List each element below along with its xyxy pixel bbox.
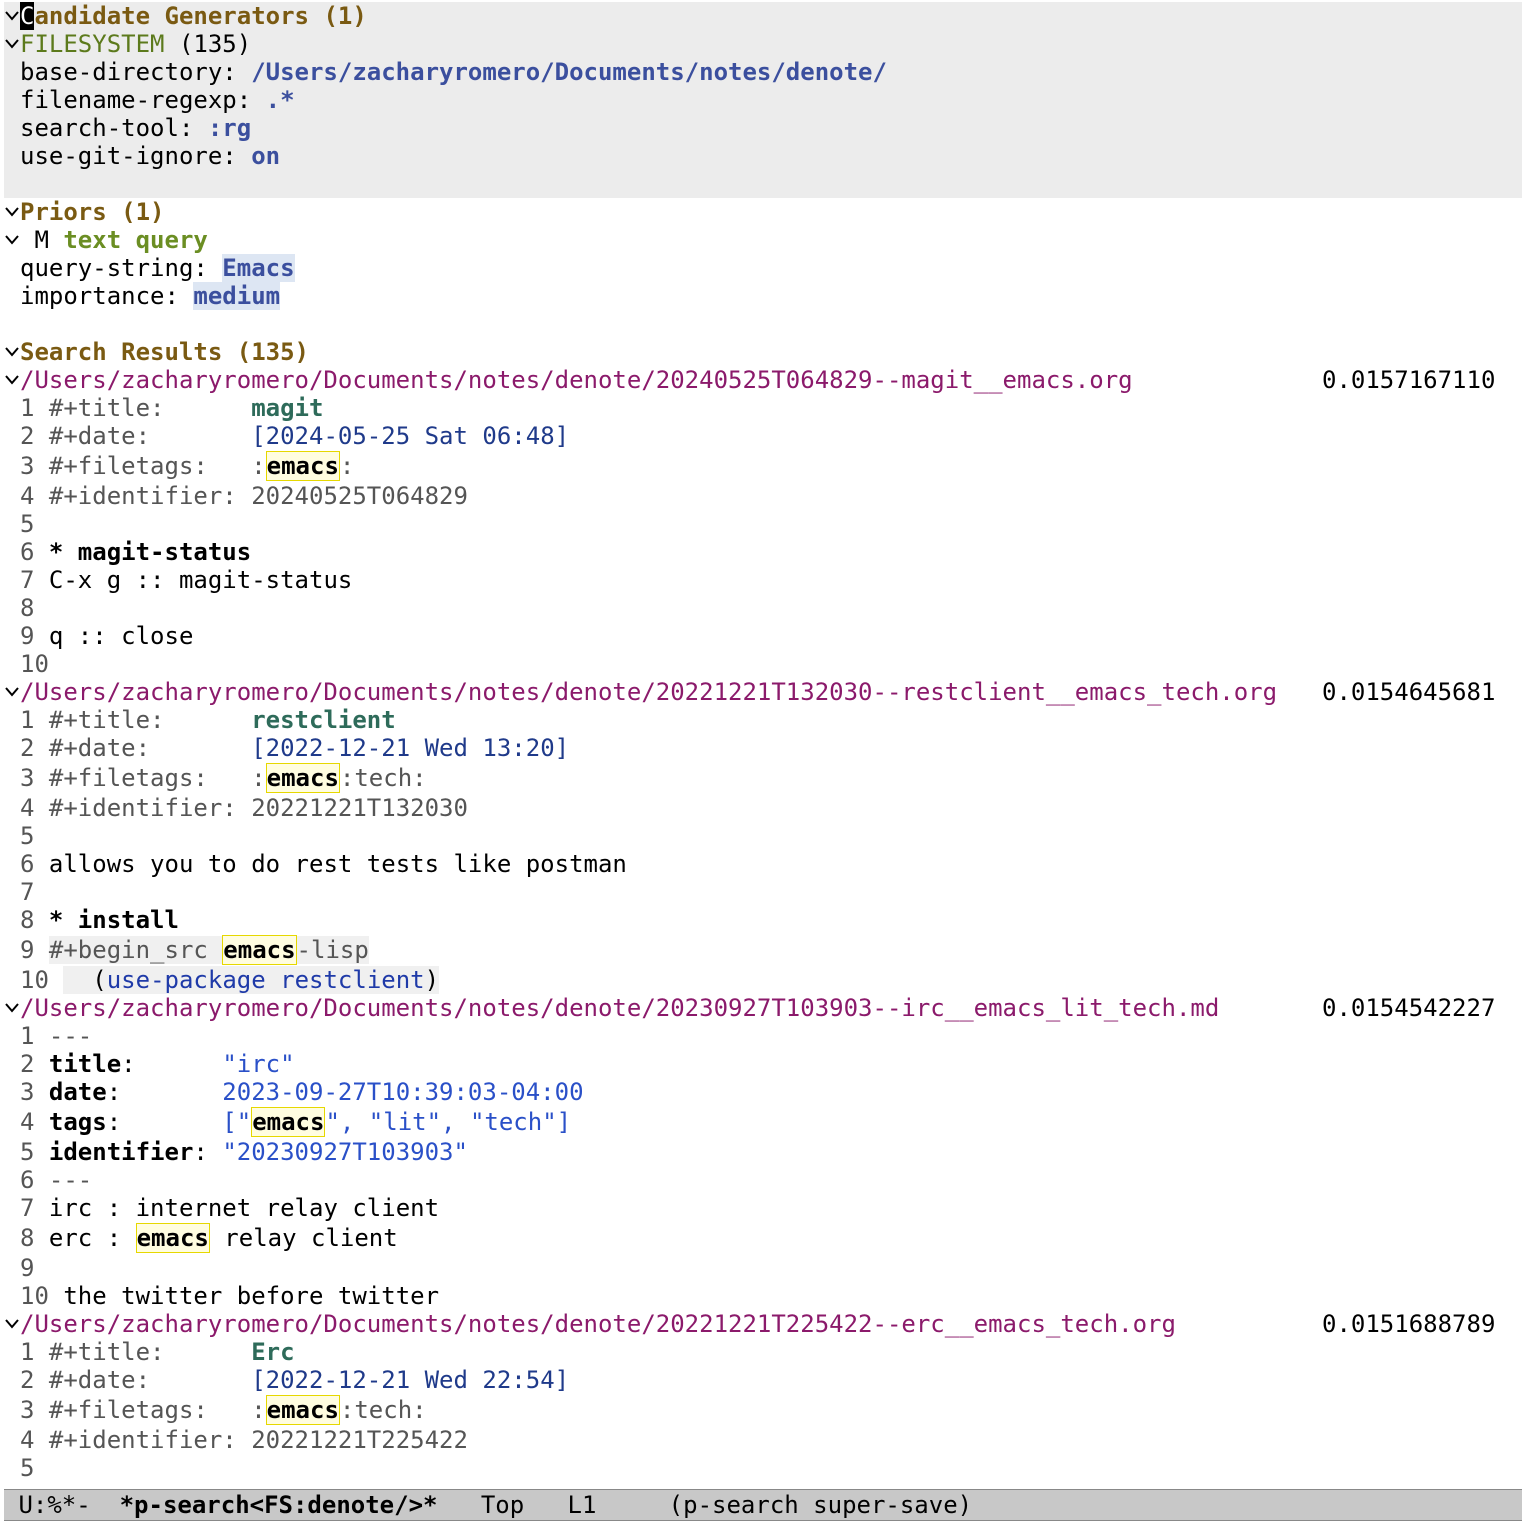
query-match: emacs — [222, 935, 297, 965]
result-path[interactable]: /Users/zacharyromero/Documents/notes/den… — [20, 366, 1133, 394]
preview-line: 1 #+title: magit — [20, 394, 324, 422]
preview-line: 8 — [20, 594, 49, 622]
preview-line: 6 --- — [20, 1166, 93, 1194]
result-score: 0.0154542227 — [1322, 994, 1496, 1022]
text-cursor: C — [20, 2, 35, 30]
chevron-down-icon[interactable] — [4, 338, 20, 366]
prior-importance[interactable]: importance: medium — [20, 282, 281, 310]
candidate-generators-header[interactable]: Candidate Generators (1) — [20, 2, 367, 30]
query-match: emacs — [265, 451, 340, 481]
preview-line: 9 #+begin_src emacs-lisp — [20, 935, 369, 965]
preview-line: 5 — [20, 822, 49, 850]
result-path[interactable]: /Users/zacharyromero/Documents/notes/den… — [20, 1310, 1176, 1338]
preview-line: 10 the twitter before twitter — [20, 1282, 440, 1310]
preview-line: 7 — [20, 878, 49, 906]
preview-line: 4 #+identifier: 20221221T132030 — [20, 794, 468, 822]
preview-line: 10 — [20, 650, 64, 678]
result-path[interactable]: /Users/zacharyromero/Documents/notes/den… — [20, 994, 1219, 1022]
search-results-header[interactable]: Search Results (135) — [20, 338, 309, 366]
option-use-git-ignore[interactable]: use-git-ignore: on — [20, 142, 280, 170]
chevron-down-icon[interactable] — [4, 366, 20, 394]
chevron-down-icon[interactable] — [4, 30, 20, 58]
result-score: 0.0151688789 — [1322, 1310, 1496, 1338]
option-base-directory[interactable]: base-directory: /Users/zacharyromero/Doc… — [20, 58, 887, 86]
preview-line: 6 * magit-status — [20, 538, 252, 566]
option-filename-regexp[interactable]: filename-regexp: .* — [20, 86, 295, 114]
modeline-state: U:%*- — [4, 1491, 120, 1519]
chevron-down-icon[interactable] — [4, 198, 20, 226]
preview-line: 3 date: 2023-09-27T10:39:03-04:00 — [20, 1078, 584, 1106]
result-score: 0.0154645681 — [1322, 678, 1496, 706]
preview-line: 2 title: "irc" — [20, 1050, 295, 1078]
mode-line[interactable]: U:%*- *p-search<FS:denote/>* Top L1 (p-s… — [4, 1489, 1522, 1521]
modeline-position: Top L1 — [437, 1491, 669, 1519]
preview-line: 2 #+date: [2022-12-21 Wed 13:20] — [20, 734, 570, 762]
query-match: emacs — [251, 1107, 326, 1137]
preview-line: 4 #+identifier: 20221221T225422 — [20, 1426, 468, 1454]
chevron-down-icon[interactable] — [4, 226, 20, 254]
preview-line: 9 q :: close — [20, 622, 194, 650]
preview-line: 7 C-x g :: magit-status — [20, 566, 353, 594]
query-match: emacs — [265, 763, 340, 793]
preview-line: 3 #+filetags: :emacs:tech: — [20, 763, 427, 793]
preview-line: 1 --- — [20, 1022, 93, 1050]
query-match: emacs — [265, 1395, 340, 1425]
preview-line: 2 #+date: [2024-05-25 Sat 06:48] — [20, 422, 570, 450]
modeline-modes[interactable]: (p-search super-save) — [669, 1491, 972, 1519]
preview-line: 5 identifier: "20230927T103903" — [20, 1138, 468, 1166]
chevron-down-icon[interactable] — [4, 2, 20, 30]
preview-line: 7 irc : internet relay client — [20, 1194, 440, 1222]
preview-line: 10 (use-package restclient) — [20, 966, 440, 994]
emacs-frame: Candidate Generators (1) FILESYSTEM (135… — [0, 0, 1522, 1524]
chevron-down-icon[interactable] — [4, 1310, 20, 1338]
result-path[interactable]: /Users/zacharyromero/Documents/notes/den… — [20, 678, 1277, 706]
prior-text-query[interactable]: M text query — [20, 226, 207, 254]
preview-line: 1 #+title: restclient — [20, 706, 396, 734]
preview-line: 8 erc : emacs relay client — [20, 1223, 398, 1253]
priors-header[interactable]: Priors (1) — [20, 198, 165, 226]
preview-line: 2 #+date: [2022-12-21 Wed 22:54] — [20, 1366, 570, 1394]
preview-line: 3 #+filetags: :emacs: — [20, 451, 355, 481]
prior-query-string[interactable]: query-string: Emacs — [20, 254, 295, 282]
chevron-down-icon[interactable] — [4, 994, 20, 1022]
preview-line: 9 — [20, 1254, 49, 1282]
chevron-down-icon[interactable] — [4, 678, 20, 706]
preview-line: 1 #+title: Erc — [20, 1338, 295, 1366]
preview-line: 4 tags: ["emacs", "lit", "tech"] — [20, 1107, 572, 1137]
preview-line: 8 * install — [20, 906, 179, 934]
result-score: 0.0157167110 — [1322, 366, 1496, 394]
query-match: emacs — [135, 1223, 210, 1253]
modeline-buffer-name[interactable]: *p-search<FS:denote/>* — [120, 1491, 438, 1519]
preview-line: 6 allows you to do rest tests like postm… — [20, 850, 627, 878]
preview-line: 4 #+identifier: 20240525T064829 — [20, 482, 468, 510]
option-search-tool[interactable]: search-tool: :rg — [20, 114, 251, 142]
generator-filesystem[interactable]: FILESYSTEM (135) — [20, 30, 251, 58]
preview-line: 5 — [20, 1454, 49, 1482]
preview-line: 3 #+filetags: :emacs:tech: — [20, 1395, 427, 1425]
preview-line: 5 — [20, 510, 49, 538]
